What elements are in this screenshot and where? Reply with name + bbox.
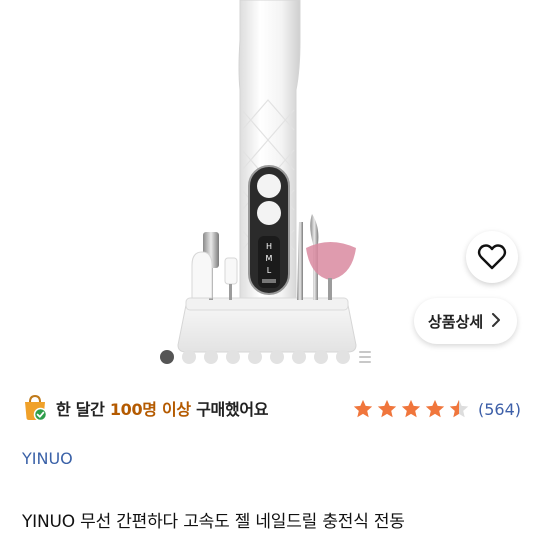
pager-dot[interactable] xyxy=(336,350,350,364)
purchase-suffix: 구매했어요 xyxy=(190,400,269,419)
pager-dot[interactable] xyxy=(226,350,240,364)
review-count-link[interactable]: (564) xyxy=(478,400,521,419)
star-half-icon xyxy=(449,399,469,418)
product-detail-label: 상품상세 xyxy=(428,312,484,331)
pager-dot[interactable] xyxy=(204,350,218,364)
star-rating[interactable]: (564) xyxy=(352,396,521,422)
wishlist-button[interactable] xyxy=(466,231,518,283)
gallery-pager xyxy=(160,350,372,364)
star-full-icon xyxy=(353,399,373,418)
pager-dot[interactable] xyxy=(160,350,174,364)
product-detail-button[interactable]: 상품상세 xyxy=(414,298,518,344)
pager-dot[interactable] xyxy=(248,350,262,364)
purchase-highlight: 100명 이상 xyxy=(109,400,191,419)
brand-link[interactable]: YINUO xyxy=(22,449,73,468)
purchase-count-text: 한 달간 100명 이상 구매했어요 xyxy=(56,396,269,420)
product-title: YINUO 무선 간편하다 고속도 젤 네일드릴 충전식 전동 xyxy=(22,512,405,532)
purchase-count-row: 한 달간 100명 이상 구매했어요 xyxy=(22,392,269,424)
star-full-icon xyxy=(377,399,397,418)
shopping-bag-check-icon xyxy=(25,394,48,422)
star-full-icon xyxy=(401,399,421,418)
pager-dot[interactable] xyxy=(292,350,306,364)
gallery-grid-icon[interactable] xyxy=(358,350,372,364)
chevron-right-icon xyxy=(491,312,501,331)
pager-dot[interactable] xyxy=(270,350,284,364)
purchase-prefix: 한 달간 xyxy=(56,400,110,419)
heart-outline-icon xyxy=(477,244,507,270)
pager-dot[interactable] xyxy=(182,350,196,364)
speed-label-low: L xyxy=(267,266,272,275)
speed-label-high: H xyxy=(266,242,272,251)
pager-dot[interactable] xyxy=(314,350,328,364)
speed-label-medium: M xyxy=(266,254,273,263)
star-full-icon xyxy=(425,399,445,418)
